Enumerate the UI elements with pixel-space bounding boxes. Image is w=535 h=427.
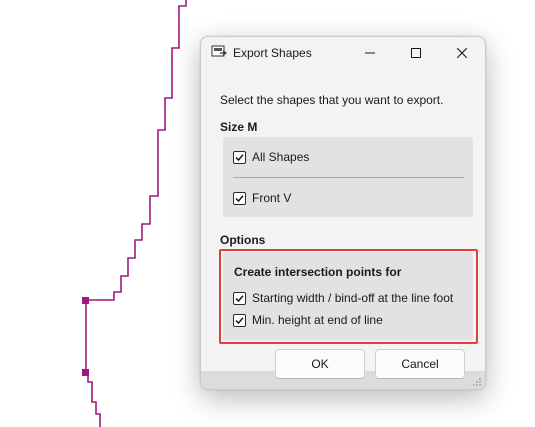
size-section-title: Size M [220,120,258,134]
ok-button[interactable]: OK [275,349,365,379]
front-v-checkbox[interactable] [233,191,246,205]
dialog-titlebar[interactable]: Export Shapes [201,37,485,69]
export-shapes-dialog: Export Shapes Select the shapes that you… [200,36,486,390]
resize-grip-icon[interactable] [472,376,482,386]
options-highlight-box [219,249,478,344]
cancel-button[interactable]: Cancel [375,349,465,379]
checkmark-icon [235,194,244,202]
front-v-checkbox-row[interactable]: Front V [233,191,291,205]
close-button[interactable] [439,37,485,69]
all-shapes-checkbox-row[interactable]: All Shapes [233,150,309,164]
shape-node-marker[interactable] [82,297,89,304]
dialog-instruction: Select the shapes that you want to expor… [220,93,444,107]
shape-node-marker[interactable] [82,369,89,376]
maximize-button[interactable] [393,37,439,69]
close-icon [456,46,468,61]
minimize-button[interactable] [347,37,393,69]
minimize-icon [365,46,375,61]
maximize-icon [411,46,421,61]
shape-outline-line [85,0,187,427]
checkmark-icon [235,153,244,161]
dialog-title: Export Shapes [233,46,312,60]
export-shapes-icon [211,45,228,59]
size-group: All Shapes Front V [223,137,473,217]
size-group-divider [233,177,464,178]
options-section-title: Options [220,233,266,247]
all-shapes-label: All Shapes [252,150,310,164]
front-v-label: Front V [252,191,292,205]
all-shapes-checkbox[interactable] [233,150,246,164]
